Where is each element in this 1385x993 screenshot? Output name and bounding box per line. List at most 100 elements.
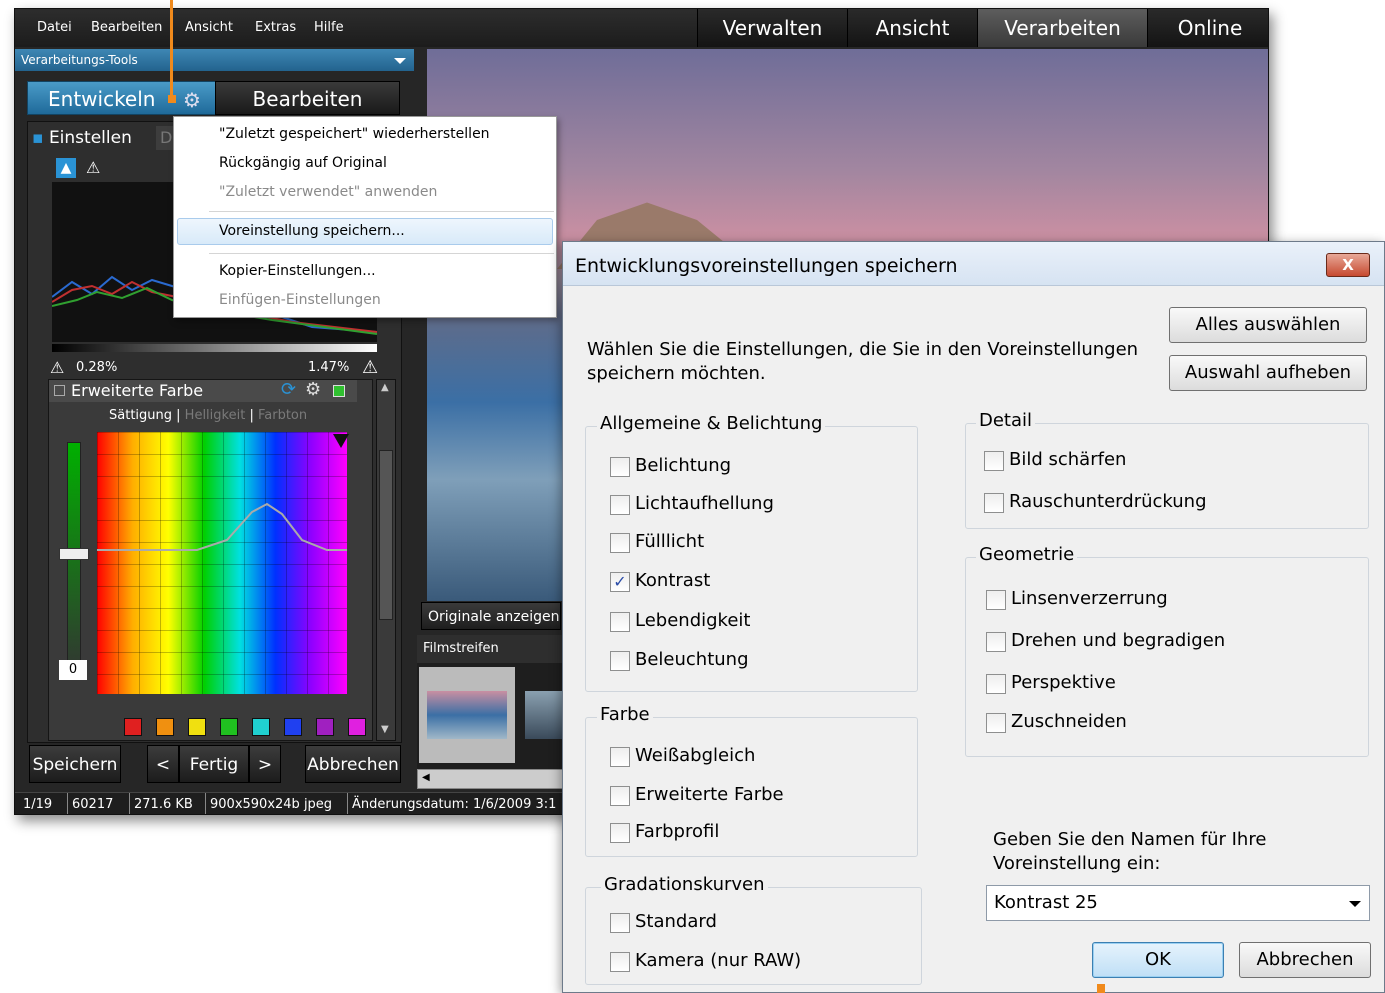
slider-value[interactable]: 0 (59, 660, 87, 680)
scroll-thumb[interactable] (379, 450, 393, 620)
checkbox[interactable] (610, 913, 630, 933)
checkbox[interactable] (610, 457, 630, 477)
highlight-clip-pct: 1.47% (308, 360, 350, 375)
tab-einstellen[interactable]: ▪ Einstellen (32, 128, 132, 148)
checkbox[interactable] (986, 632, 1006, 652)
preset-name-value: Kontrast 25 (994, 892, 1098, 913)
menu-item-restore-last-saved[interactable]: "Zuletzt gespeichert" wiederherstellen (219, 126, 490, 142)
tools-panel-header[interactable]: Verarbeitungs-Tools (15, 49, 414, 71)
ok-button[interactable]: OK (1092, 942, 1224, 978)
menu-item-revert-original[interactable]: Rückgängig auf Original (219, 155, 387, 171)
group-label: Allgemeine & Belichtung (597, 413, 826, 434)
scroll-left-icon[interactable]: ◀ (422, 772, 430, 783)
highlight-clipping-icon[interactable]: ▲ (56, 158, 76, 178)
tab-verwalten[interactable]: Verwalten (697, 9, 847, 47)
checkbox[interactable] (984, 493, 1004, 513)
dialog-cancel-button[interactable]: Abbrechen (1239, 942, 1371, 978)
swatch-orange[interactable] (156, 718, 174, 736)
gear-icon[interactable]: ⚙ (183, 83, 201, 117)
swatch-aqua[interactable] (252, 718, 270, 736)
tab-verarbeiten[interactable]: Verarbeiten (977, 9, 1147, 47)
slider-handle[interactable] (59, 548, 89, 560)
edit-button[interactable]: Bearbeiten (215, 81, 400, 115)
checkbox[interactable] (610, 747, 630, 767)
deselect-all-button[interactable]: Auswahl aufheben (1169, 355, 1367, 391)
group-tone-curves: Gradationskurven Standard Kamera (nur RA… (585, 874, 922, 985)
chevron-down-icon[interactable] (1349, 901, 1361, 907)
scroll-down-icon[interactable]: ▼ (381, 724, 389, 735)
done-button[interactable]: Fertig (179, 745, 249, 783)
group-label: Detail (976, 410, 1036, 431)
checkbox[interactable] (986, 713, 1006, 733)
prev-button[interactable]: < (147, 745, 179, 783)
checkbox[interactable] (610, 651, 630, 671)
chevron-down-icon[interactable] (394, 58, 406, 64)
advanced-color-header[interactable]: Erweiterte Farbe ⟳ ⚙ (49, 379, 357, 402)
save-preset-dialog: Entwicklungsvoreinstellungen speichern X… (562, 241, 1385, 993)
collapse-icon[interactable] (54, 385, 65, 396)
close-icon[interactable]: X (1326, 253, 1370, 277)
swatch-purple[interactable] (316, 718, 334, 736)
saturation-master-slider[interactable] (67, 442, 81, 678)
swatch-blue[interactable] (284, 718, 302, 736)
scroll-up-icon[interactable]: ▲ (381, 382, 389, 393)
menu-ansicht[interactable]: Ansicht (185, 20, 233, 35)
tab-hue[interactable]: Farbton (258, 408, 307, 423)
highlight-warning-icon[interactable]: ⚠ (362, 357, 378, 378)
develop-button[interactable]: Entwickeln ⚙ (27, 81, 217, 115)
toggle-on-icon[interactable] (333, 385, 345, 397)
checkbox[interactable] (610, 952, 630, 972)
checkbox[interactable] (610, 612, 630, 632)
gear-icon[interactable]: ⚙ (305, 379, 321, 401)
menu-item-paste-settings[interactable]: Einfügen-Einstellungen (219, 292, 381, 308)
next-button[interactable]: > (249, 745, 281, 783)
checkbox[interactable] (986, 674, 1006, 694)
thumbnail-2[interactable] (525, 691, 565, 739)
checkbox[interactable] (610, 495, 630, 515)
cancel-button[interactable]: Abbrechen (305, 745, 401, 783)
checkbox-label: Fülllicht (635, 531, 705, 552)
tab-ansicht[interactable]: Ansicht (847, 9, 977, 47)
checkbox[interactable] (986, 590, 1006, 610)
tab-saturation[interactable]: Sättigung (109, 408, 172, 423)
shadow-clip-pct: 0.28% (76, 360, 118, 375)
show-originals-button[interactable]: Originale anzeigen (421, 602, 561, 630)
filmstrip (417, 663, 567, 769)
thumbnail-1[interactable] (427, 691, 507, 739)
select-all-button[interactable]: Alles auswählen (1169, 307, 1367, 343)
panel-scrollbar[interactable]: ▲ ▼ (376, 379, 396, 741)
tab-online[interactable]: Online (1147, 9, 1268, 47)
menu-item-copy-settings[interactable]: Kopier-Einstellungen... (219, 263, 376, 279)
checkbox[interactable]: ✓ (610, 572, 630, 592)
menu-item-save-preset[interactable]: Voreinstellung speichern... (219, 223, 405, 239)
save-button[interactable]: Speichern (29, 745, 121, 783)
checkbox[interactable] (610, 786, 630, 806)
filmstrip-scrollbar[interactable]: ◀ (417, 769, 567, 789)
status-date: Änderungsdatum: 1/6/2009 3:1 (347, 793, 556, 814)
warning-icon[interactable]: ⚠ (86, 158, 100, 177)
checkbox-label: Kamera (nur RAW) (635, 950, 802, 971)
shadow-warning-icon[interactable]: ⚠ (50, 358, 64, 377)
group-label: Gradationskurven (601, 874, 768, 895)
checkbox-label: Perspektive (1011, 672, 1116, 693)
swatch-yellow[interactable] (188, 718, 206, 736)
dialog-titlebar[interactable]: Entwicklungsvoreinstellungen speichern X (563, 242, 1384, 286)
menu-datei[interactable]: Datei (37, 20, 72, 35)
swatch-red[interactable] (124, 718, 142, 736)
menu-extras[interactable]: Extras (255, 20, 296, 35)
marker-triangle-icon[interactable] (333, 434, 349, 448)
menu-bearbeiten[interactable]: Bearbeiten (91, 20, 162, 35)
menu-hilfe[interactable]: Hilfe (314, 20, 344, 35)
preset-name-combobox[interactable]: Kontrast 25 (986, 885, 1370, 921)
tools-panel-title: Verarbeitungs-Tools (21, 53, 138, 67)
refresh-icon[interactable]: ⟳ (281, 379, 296, 401)
checkbox[interactable] (610, 533, 630, 553)
dialog-instruction: Wählen Sie die Einstellungen, die Sie in… (587, 339, 1139, 384)
checkbox-label: Drehen und begradigen (1011, 630, 1226, 651)
checkbox[interactable] (984, 451, 1004, 471)
tab-brightness[interactable]: Helligkeit (185, 408, 246, 423)
menu-item-apply-last-used[interactable]: "Zuletzt verwendet" anwenden (219, 184, 437, 200)
swatch-green[interactable] (220, 718, 238, 736)
swatch-magenta[interactable] (348, 718, 366, 736)
checkbox[interactable] (610, 823, 630, 843)
